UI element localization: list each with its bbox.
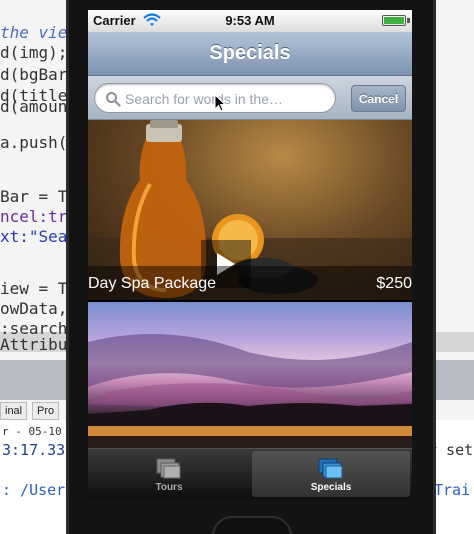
battery-icon <box>382 15 406 26</box>
specials-list[interactable]: Day Spa Package $250 <box>88 120 412 448</box>
home-button[interactable] <box>212 516 292 534</box>
list-item[interactable]: Day Spa Package $250 <box>88 120 412 300</box>
tab-label: Tours <box>155 482 183 493</box>
page-title: Specials <box>209 42 291 64</box>
console-line: : /Users <box>2 481 75 499</box>
item-price: $250 <box>376 275 412 292</box>
tab-specials[interactable]: Specials <box>252 451 410 497</box>
battery-cap <box>407 18 410 23</box>
item-caption-bar: Day Spa Package $250 <box>88 266 412 300</box>
tab-terminal[interactable]: inal <box>0 402 28 420</box>
item-title: Day Spa Package <box>88 275 217 292</box>
tab-bar: Tours Specials <box>88 448 412 498</box>
console-line: 3:17.333 <box>2 441 75 459</box>
tab-label: Specials <box>310 482 352 493</box>
tab-problems[interactable]: Pro <box>32 402 60 420</box>
tab-tours[interactable]: Tours <box>90 451 248 497</box>
list-item[interactable] <box>88 302 412 448</box>
console-line: Trai <box>434 481 471 499</box>
code-line: d(img); <box>0 43 68 62</box>
sunset-image <box>88 334 412 448</box>
mouse-cursor-icon <box>214 94 226 112</box>
photos-icon <box>156 458 181 479</box>
search-bar: Cancel <box>88 76 412 120</box>
phone-screen: Carrier 9:53 AM Specials Cancel <box>88 10 412 498</box>
status-bar: Carrier 9:53 AM <box>88 10 412 32</box>
status-time: 9:53 AM <box>225 13 275 28</box>
photos-icon <box>318 458 343 479</box>
search-icon <box>106 92 121 107</box>
battery-level <box>384 17 404 24</box>
cancel-button[interactable]: Cancel <box>351 85 406 112</box>
code-line: owData, <box>0 299 68 318</box>
navigation-bar: Specials <box>88 32 412 76</box>
